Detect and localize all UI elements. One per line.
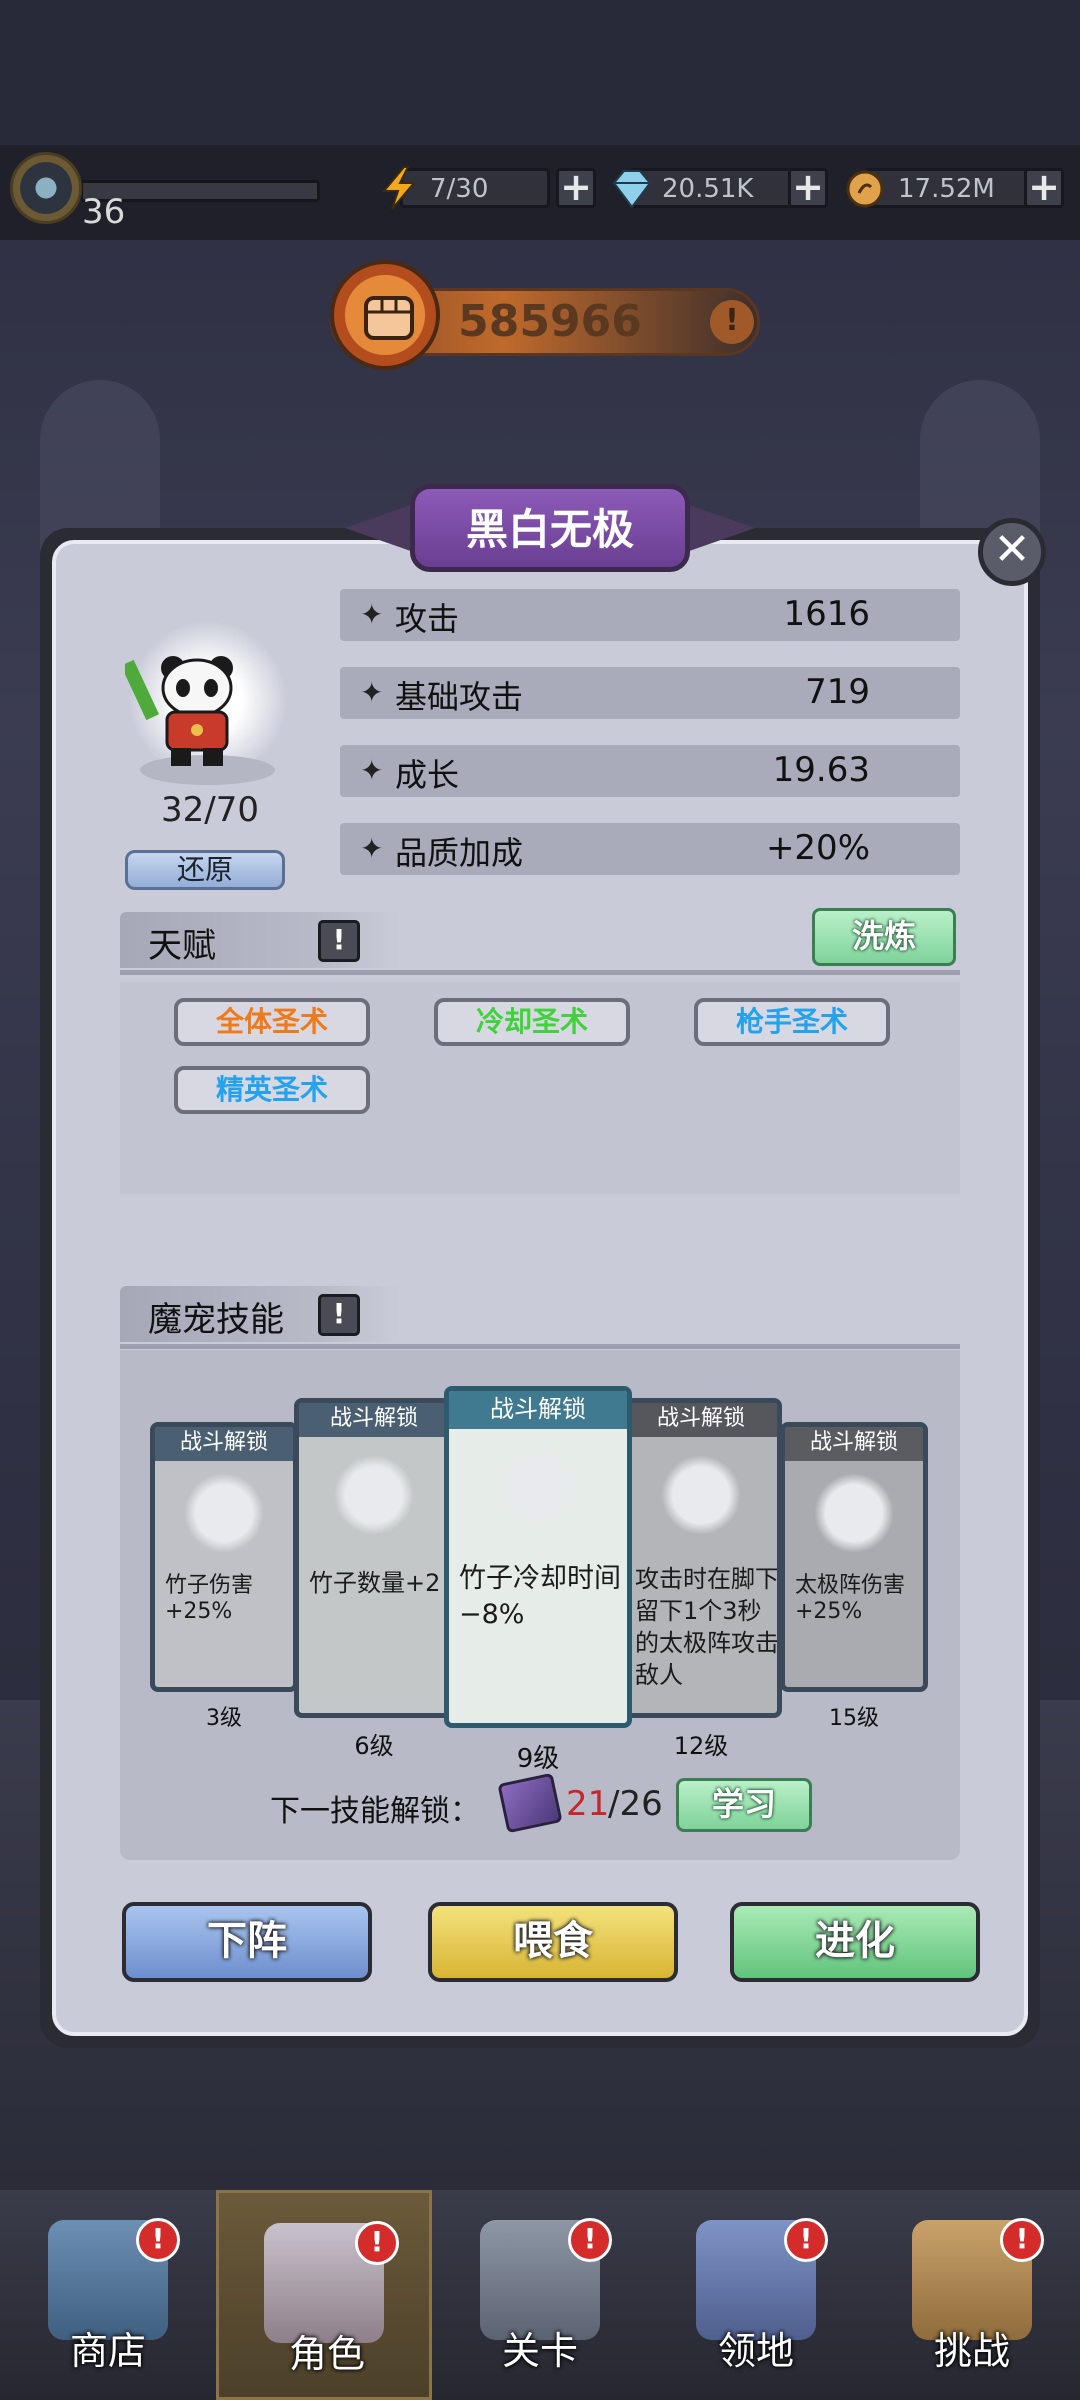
skill-card[interactable]: 战斗解锁 太极阵伤害+25%: [780, 1422, 928, 1692]
talent-chip-label: 全体圣术: [215, 1005, 328, 1038]
nav-label: 角色: [288, 2332, 365, 2376]
nav-label: 领地: [717, 2329, 794, 2373]
energy-value: 7/30: [430, 174, 489, 204]
feed-button[interactable]: 喂食: [428, 1902, 678, 1982]
add-energy-button[interactable]: +: [556, 168, 596, 208]
talent-chip[interactable]: 枪手圣术: [694, 998, 890, 1046]
skill-level: 3级: [206, 1706, 242, 1731]
skill-card-header: 战斗解锁: [625, 1403, 777, 1437]
nav-label: 商店: [69, 2329, 146, 2373]
nav-label: 挑战: [933, 2329, 1010, 2373]
stat-label: 基础攻击: [395, 678, 524, 716]
challenge-alert-badge: !: [1000, 2218, 1044, 2262]
learn-skill-button[interactable]: 学习: [676, 1778, 812, 1832]
skill-description: 竹子冷却时间−8%: [459, 1563, 621, 1630]
add-diamond-button[interactable]: +: [788, 168, 828, 208]
stat-label: 攻击: [395, 600, 460, 638]
nav-challenge[interactable]: ! 挑战: [864, 2190, 1080, 2400]
skill-book-total: /26: [608, 1784, 663, 1824]
pet-name: 黑白无极: [465, 505, 634, 554]
stat-star-icon: ✦: [360, 676, 384, 709]
stat-value: +20%: [765, 828, 870, 868]
skill-description: 竹子数量+2: [309, 1569, 441, 1597]
skill-level: 6级: [354, 1732, 394, 1760]
energy-bolt-icon: [381, 166, 417, 210]
diamond-icon: [612, 170, 652, 209]
talent-info-icon[interactable]: !: [318, 920, 360, 962]
gold-coin-icon: [846, 170, 884, 208]
nav-shop[interactable]: ! 商店: [0, 2190, 216, 2400]
talent-chip[interactable]: 全体圣术: [174, 998, 370, 1046]
shop-alert-badge: !: [136, 2218, 180, 2262]
skill-level: 12级: [673, 1732, 729, 1760]
skill-card[interactable]: 战斗解锁 竹子伤害+25%: [150, 1422, 298, 1692]
add-gold-button[interactable]: +: [1024, 168, 1064, 208]
evolve-button[interactable]: 进化: [730, 1902, 980, 1982]
skill-card-header: 战斗解锁: [299, 1403, 449, 1437]
stage-alert-badge: !: [568, 2218, 612, 2262]
player-level: 36: [82, 192, 126, 232]
background-top: [0, 0, 1080, 145]
skill-description: 竹子伤害+25%: [165, 1573, 254, 1624]
skill-card-header: 战斗解锁: [155, 1427, 293, 1461]
skill-card[interactable]: 战斗解锁 竹子数量+2: [294, 1398, 454, 1718]
next-skill-unlock-label: 下一技能解锁：: [270, 1794, 480, 1829]
panda-skill-icon: [498, 1447, 578, 1527]
panda-skill-icon: [661, 1455, 741, 1535]
combat-power-value: 585966: [458, 296, 642, 347]
withdraw-button[interactable]: 下阵: [122, 1902, 372, 1982]
skill-level: 9级: [516, 1744, 560, 1774]
panda-pet-icon: [125, 656, 233, 766]
stat-value: 1616: [783, 594, 870, 634]
fist-power-icon: [330, 260, 440, 370]
stat-label: 成长: [395, 756, 460, 794]
talent-section-divider: [120, 970, 960, 975]
restore-button[interactable]: 还原: [125, 850, 285, 890]
stat-star-icon: ✦: [360, 754, 384, 787]
skill-card-header: 战斗解锁: [785, 1427, 923, 1461]
skill-description: 攻击时在脚下留下1个3秒的太极阵攻击敌人: [635, 1565, 779, 1689]
close-button[interactable]: ✕: [978, 518, 1046, 586]
player-level-emblem-icon[interactable]: [10, 152, 82, 224]
territory-alert-badge: !: [784, 2218, 828, 2262]
stat-label: 品质加成: [395, 834, 524, 872]
talent-chip[interactable]: 精英圣术: [174, 1066, 370, 1114]
talent-chip[interactable]: 冷却圣术: [434, 998, 630, 1046]
pet-level: 32/70: [161, 790, 259, 830]
power-info-icon[interactable]: !: [710, 300, 754, 344]
stat-star-icon: ✦: [360, 832, 384, 865]
nav-territory[interactable]: ! 领地: [648, 2190, 864, 2400]
skill-card[interactable]: 战斗解锁 攻击时在脚下留下1个3秒的太极阵攻击敌人: [620, 1398, 782, 1718]
skill-section-divider: [120, 1344, 960, 1349]
skill-description: 太极阵伤害+25%: [795, 1573, 906, 1624]
nav-stage[interactable]: ! 关卡: [432, 2190, 648, 2400]
gold-value: 17.52M: [898, 174, 995, 204]
diamond-value: 20.51K: [662, 174, 754, 204]
panda-skill-icon: [184, 1473, 264, 1553]
skill-card-selected[interactable]: 战斗解锁 竹子冷却时间−8%: [444, 1386, 632, 1728]
stat-value: 19.63: [772, 750, 870, 790]
skill-card-header: 战斗解锁: [449, 1391, 627, 1429]
panda-skill-icon: [814, 1473, 894, 1553]
talent-section-title: 天赋: [148, 926, 216, 966]
nav-label: 关卡: [501, 2329, 578, 2373]
stat-star-icon: ✦: [360, 598, 384, 631]
refine-button[interactable]: 洗炼: [812, 908, 956, 966]
skill-level: 15级: [829, 1706, 879, 1731]
skill-book-current: 21: [566, 1784, 610, 1824]
skill-section-title: 魔宠技能: [148, 1300, 284, 1340]
panda-skill-icon: [334, 1455, 414, 1535]
talent-chip-label: 冷却圣术: [475, 1005, 588, 1038]
talent-chip-label: 枪手圣术: [735, 1005, 848, 1038]
skill-info-icon[interactable]: !: [318, 1294, 360, 1336]
talent-chip-label: 精英圣术: [215, 1073, 328, 1106]
nav-character[interactable]: ! 角色: [216, 2190, 432, 2400]
stat-value: 719: [805, 672, 870, 712]
character-alert-badge: !: [355, 2221, 399, 2265]
